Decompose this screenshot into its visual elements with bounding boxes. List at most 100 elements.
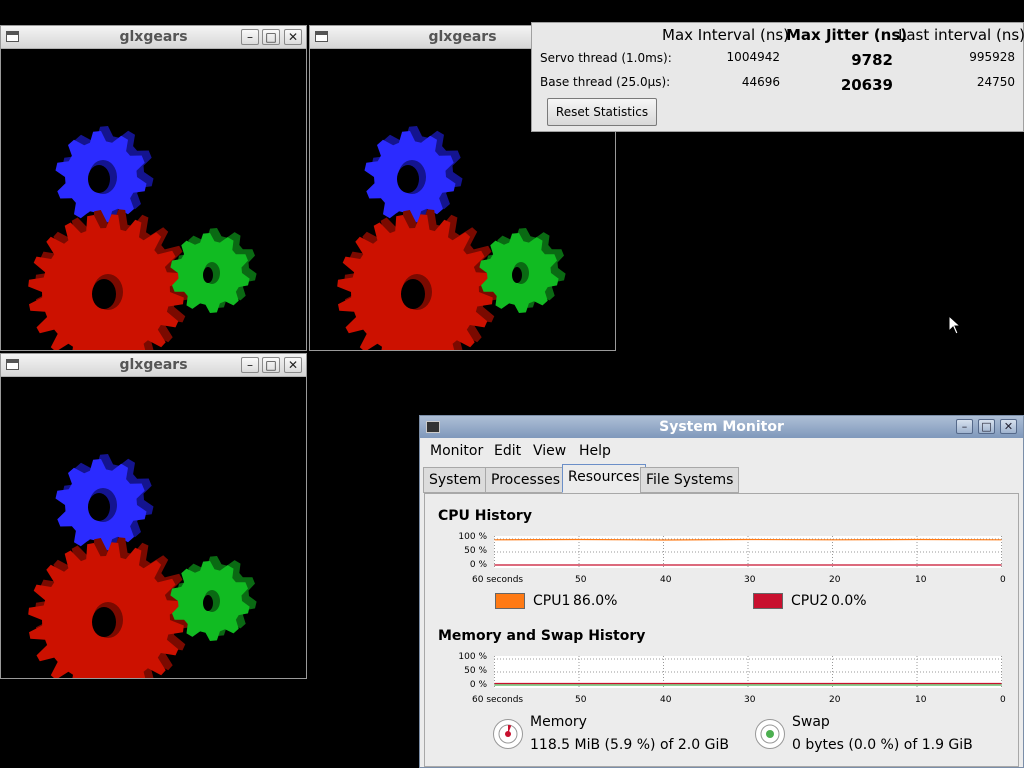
menu-bar: Monitor Edit View Help — [420, 439, 1023, 463]
mem-y-tick: 50 % — [464, 666, 487, 676]
menu-monitor[interactable]: Monitor — [430, 443, 483, 459]
menu-view[interactable]: View — [533, 443, 566, 459]
gear-hole — [203, 595, 213, 611]
close-button[interactable]: ✕ — [284, 29, 302, 45]
latency-panel: Max Interval (ns) Max Jitter (ns) Last i… — [531, 22, 1024, 132]
swap-pie-indicator[interactable] — [755, 719, 785, 749]
cpu-history-graph — [494, 536, 1002, 568]
reset-statistics-button[interactable]: Reset Statistics — [547, 98, 657, 126]
cpu-x-tick: 60 seconds — [472, 575, 524, 585]
titlebar[interactable]: glxgears – □ ✕ — [1, 26, 306, 49]
mem-x-tick: 30 — [744, 695, 756, 705]
mem-x-tick: 40 — [660, 695, 672, 705]
minimize-button[interactable]: – — [241, 29, 259, 45]
maximize-button[interactable]: □ — [262, 357, 280, 373]
cpu-history-heading: CPU History — [438, 508, 532, 524]
mem-x-tick: 50 — [575, 695, 587, 705]
cpu-x-tick: 40 — [660, 575, 672, 585]
memory-pie-indicator[interactable] — [493, 719, 523, 749]
gears-scene — [28, 126, 257, 350]
gear-hole — [92, 279, 116, 309]
cpu-x-tick: 0 — [1000, 575, 1006, 585]
base-max-interval: 44696 — [741, 75, 780, 89]
red-gear — [28, 209, 191, 350]
blue-gear — [55, 454, 154, 551]
tab-file-systems[interactable]: File Systems — [640, 467, 740, 493]
cpu-y-tick: 0 % — [469, 560, 487, 570]
tab-resources[interactable]: Resources — [562, 464, 646, 493]
gear-hole — [88, 493, 110, 521]
gears-scene — [28, 454, 257, 678]
mem-y-tick: 0 % — [469, 680, 487, 690]
minimize-button[interactable]: – — [241, 357, 259, 373]
cpu-y-tick: 50 % — [464, 546, 487, 556]
red-gear — [28, 537, 191, 678]
gear-hole — [512, 267, 522, 283]
mem-x-tick: 60 seconds — [472, 695, 524, 705]
blue-gear — [55, 126, 154, 223]
cpu1-value: 86.0% — [573, 593, 618, 609]
blue-gear — [364, 126, 463, 223]
cpu-x-tick: 30 — [744, 575, 756, 585]
mem-x-tick: 20 — [829, 695, 841, 705]
gear-hole — [88, 165, 110, 193]
cpu-x-tick: 10 — [915, 575, 927, 585]
pie-center — [505, 731, 511, 737]
base-last-interval: 24750 — [976, 75, 1015, 89]
gear-hole — [397, 165, 419, 193]
glxgears-window-3[interactable]: glxgears – □ ✕ — [0, 353, 307, 679]
mem-x-tick: 10 — [915, 695, 927, 705]
minimize-button[interactable]: – — [956, 419, 973, 434]
servo-last-interval: 995928 — [969, 50, 1015, 64]
gear-hole — [203, 267, 213, 283]
close-button[interactable]: ✕ — [284, 357, 302, 373]
titlebar[interactable]: glxgears – □ ✕ — [1, 354, 306, 377]
cpu-x-tick: 20 — [829, 575, 841, 585]
memory-value: 118.5 MiB (5.9 %) of 2.0 GiB — [530, 737, 729, 753]
window-title: glxgears — [119, 29, 188, 45]
cpu2-color-swatch[interactable] — [753, 593, 783, 609]
menu-help[interactable]: Help — [579, 443, 611, 459]
titlebar[interactable]: System Monitor – □ ✕ — [420, 416, 1023, 438]
swap-label: Swap — [792, 714, 830, 730]
memory-label: Memory — [530, 714, 587, 730]
header-max-interval: Max Interval (ns) — [662, 26, 790, 44]
gears-canvas — [3, 377, 304, 678]
resources-panel: CPU History 100 % 50 % 0 % 60 seconds 50… — [424, 493, 1019, 767]
maximize-button[interactable]: □ — [978, 419, 995, 434]
memory-history-graph — [494, 656, 1002, 688]
cpu2-label: CPU2 — [791, 593, 829, 609]
tab-processes[interactable]: Processes — [485, 467, 567, 493]
row-label-base: Base thread (25.0µs): — [540, 75, 671, 89]
menu-edit[interactable]: Edit — [494, 443, 521, 459]
servo-max-jitter: 9782 — [851, 51, 893, 69]
mem-x-tick: 0 — [1000, 695, 1006, 705]
gears-canvas — [3, 49, 304, 350]
row-label-servo: Servo thread (1.0ms): — [540, 51, 672, 65]
cpu2-value: 0.0% — [831, 593, 867, 609]
close-button[interactable]: ✕ — [1000, 419, 1017, 434]
cpu-x-tick: 50 — [575, 575, 587, 585]
header-max-jitter: Max Jitter (ns) — [786, 26, 908, 44]
red-gear — [337, 209, 500, 350]
window-title: System Monitor — [659, 419, 784, 435]
tab-system[interactable]: System — [423, 467, 488, 493]
glxgears-window-1[interactable]: glxgears – □ ✕ — [0, 25, 307, 351]
maximize-button[interactable]: □ — [262, 29, 280, 45]
cpu-y-tick: 100 % — [458, 532, 487, 542]
gear-hole — [401, 279, 425, 309]
cpu1-label: CPU1 — [533, 593, 571, 609]
header-last-interval: Last interval (ns) — [898, 26, 1024, 44]
series-line-cpu1 — [494, 538, 1002, 541]
servo-max-interval: 1004942 — [726, 50, 780, 64]
pie-center — [766, 730, 774, 738]
base-max-jitter: 20639 — [840, 76, 893, 94]
window-title: glxgears — [119, 357, 188, 373]
swap-value: 0 bytes (0.0 %) of 1.9 GiB — [792, 737, 973, 753]
cpu1-color-swatch[interactable] — [495, 593, 525, 609]
system-monitor-window[interactable]: System Monitor – □ ✕ Monitor Edit View H… — [419, 415, 1024, 768]
mouse-cursor-icon — [948, 315, 962, 335]
gear-hole — [92, 607, 116, 637]
mem-y-tick: 100 % — [458, 652, 487, 662]
memory-history-heading: Memory and Swap History — [438, 628, 646, 644]
